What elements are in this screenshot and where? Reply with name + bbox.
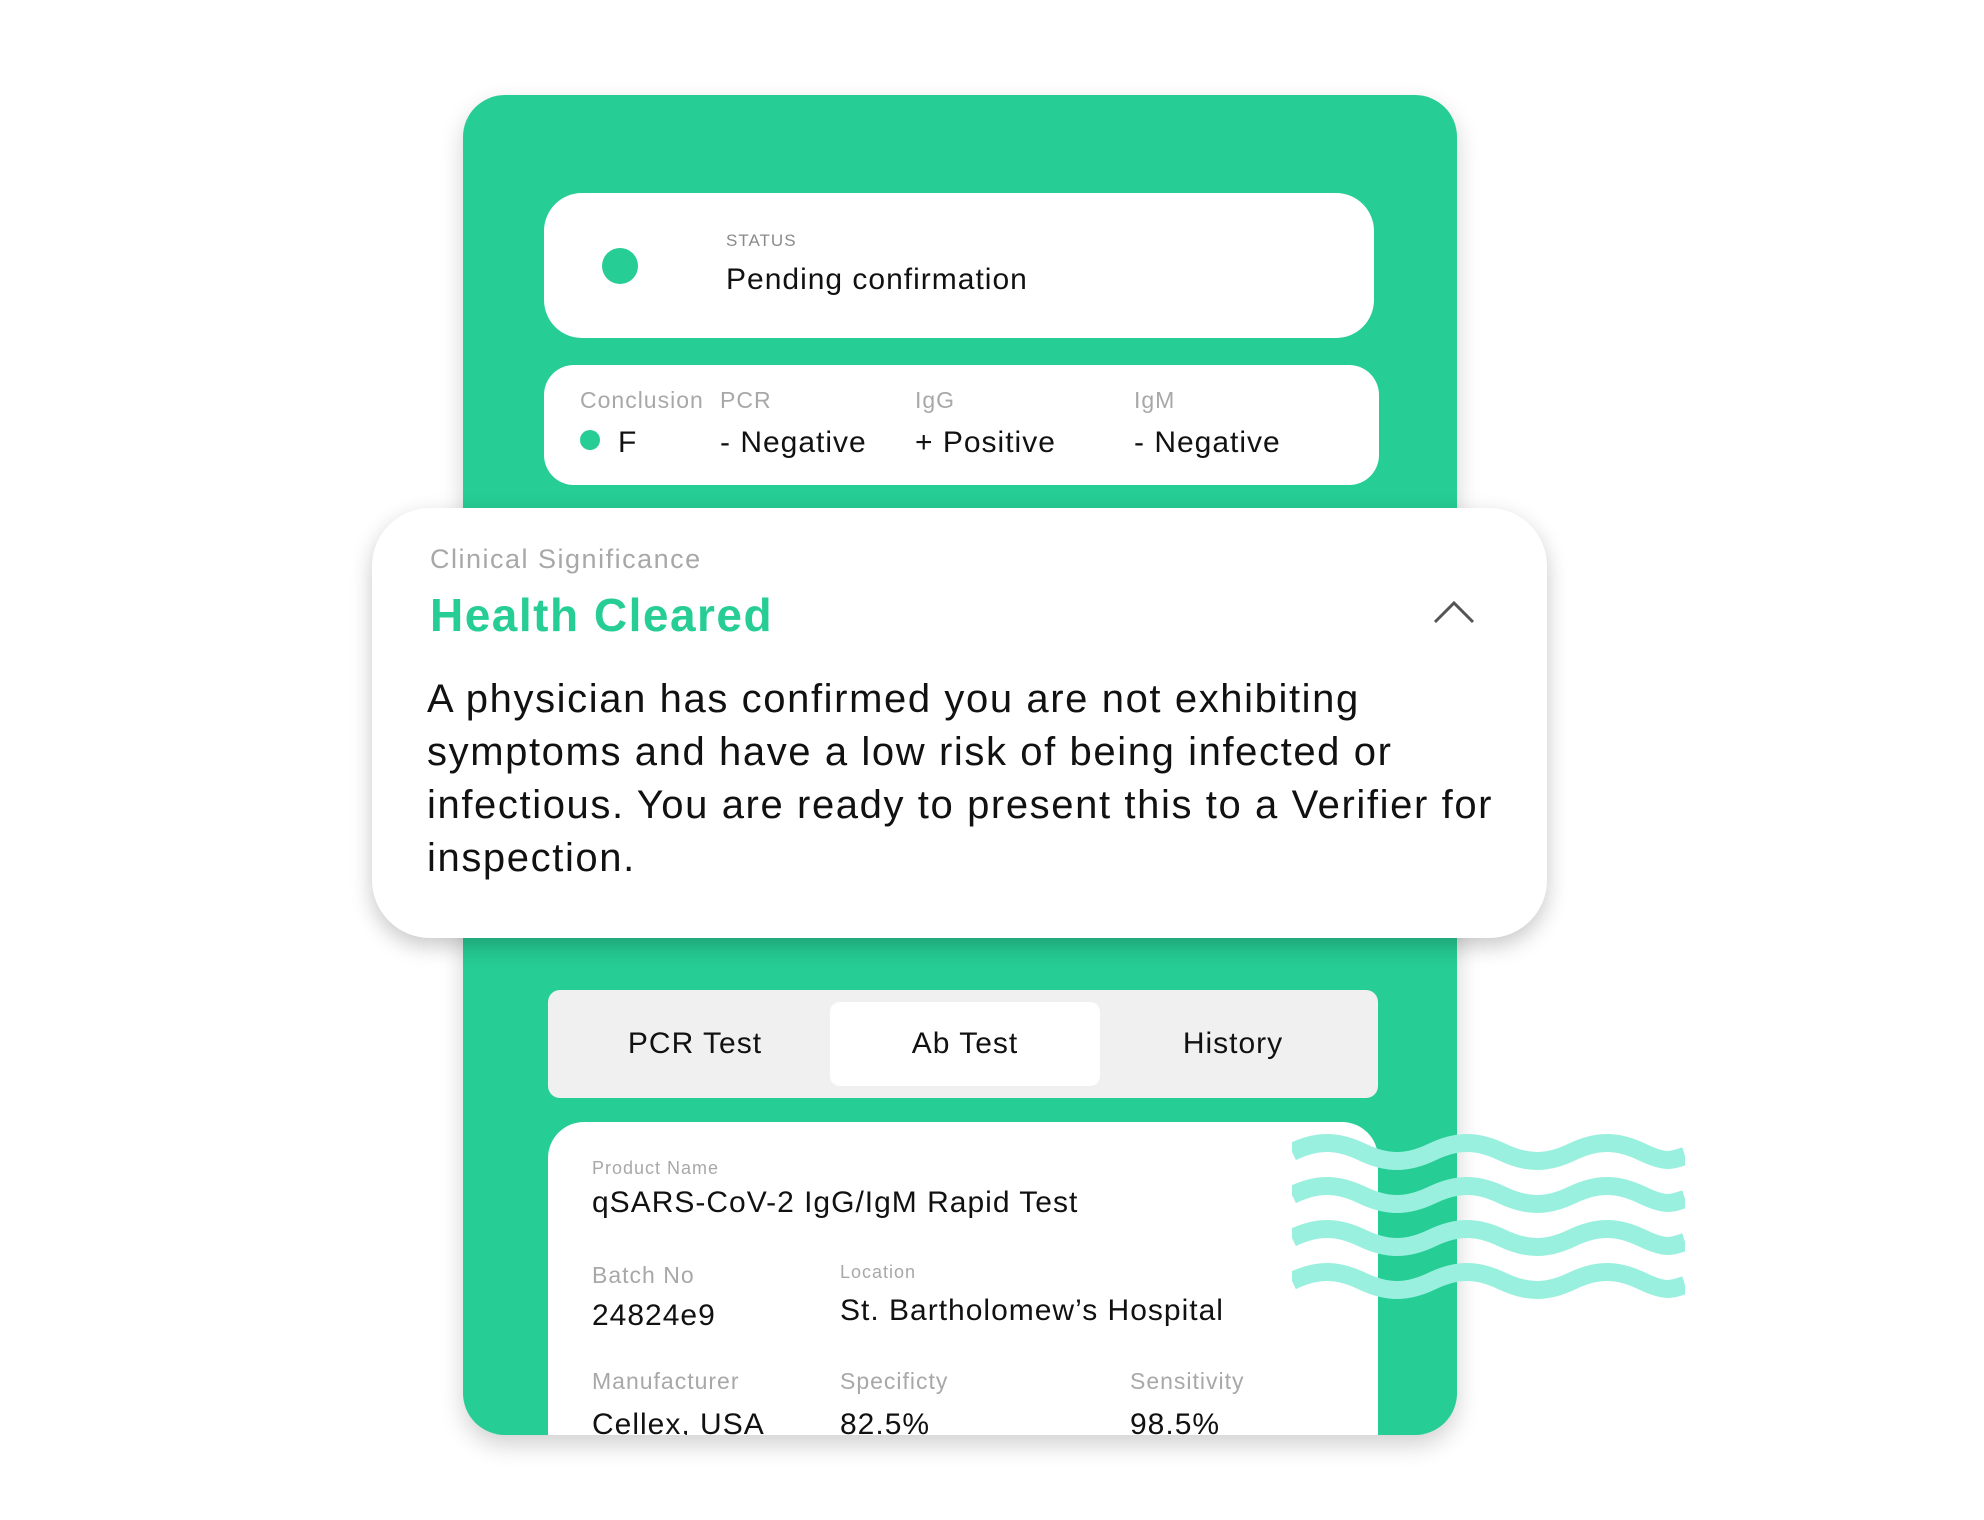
batch-no-label: Batch No <box>592 1262 695 1288</box>
chevron-up-icon[interactable] <box>1432 598 1476 626</box>
product-name-value: qSARS-CoV-2 IgG/IgM Rapid Test <box>592 1186 1079 1219</box>
sensitivity-label: Sensitivity <box>1130 1368 1245 1394</box>
sensitivity-value: 98.5% <box>1130 1408 1221 1435</box>
batch-no-value: 24824e9 <box>592 1299 716 1332</box>
specificity-value: 82.5% <box>840 1408 931 1435</box>
status-card: STATUS Pending confirmation <box>544 193 1374 338</box>
igm-column: IgM - Negative <box>1134 387 1281 460</box>
igg-label: IgG <box>915 387 956 413</box>
clinical-significance-title: Health Cleared <box>430 589 774 641</box>
pcr-label: PCR <box>720 387 772 413</box>
igm-value: - Negative <box>1134 426 1281 459</box>
pcr-value: - Negative <box>720 426 867 459</box>
igm-label: IgM <box>1134 387 1176 413</box>
status-value: Pending confirmation <box>726 263 1028 296</box>
status-indicator-dot <box>602 248 638 284</box>
results-card: Conclusion F PCR - Negative IgG + Positi… <box>544 365 1379 485</box>
conclusion-dot <box>580 430 600 450</box>
tab-history-label: History <box>1182 1027 1284 1060</box>
clinical-significance-card[interactable]: Clinical Significance Health Cleared A p… <box>372 508 1547 938</box>
tab-ab-test-label: Ab Test <box>911 1027 1019 1060</box>
clinical-significance-description: A physician has confirmed you are not ex… <box>427 677 1494 880</box>
tab-ab-test[interactable]: Ab Test <box>830 1002 1100 1086</box>
igg-column: IgG + Positive <box>915 387 1056 460</box>
igg-value: + Positive <box>915 426 1056 459</box>
product-name-label: Product Name <box>592 1158 720 1178</box>
tab-history[interactable]: History <box>1100 1002 1366 1086</box>
product-details-card: Product Name qSARS-CoV-2 IgG/IgM Rapid T… <box>548 1122 1378 1435</box>
conclusion-value-wrap: F <box>580 426 704 460</box>
status-label: STATUS <box>726 231 797 250</box>
conclusion-column: Conclusion F <box>580 387 704 460</box>
conclusion-value: F <box>618 426 638 459</box>
manufacturer-value: Cellex, USA <box>592 1408 765 1435</box>
location-label: Location <box>840 1262 917 1282</box>
clinical-significance-label: Clinical Significance <box>430 544 702 574</box>
conclusion-label: Conclusion <box>580 387 704 413</box>
decorative-waves-icon <box>1292 1134 1685 1299</box>
location-value: St. Bartholomew’s Hospital <box>840 1294 1224 1327</box>
pcr-column: PCR - Negative <box>720 387 867 460</box>
test-tabs: PCR Test Ab Test History <box>548 990 1378 1098</box>
tab-pcr-test-label: PCR Test <box>627 1027 763 1060</box>
manufacturer-label: Manufacturer <box>592 1368 740 1394</box>
specificity-label: Specificty <box>840 1368 949 1394</box>
tab-pcr-test[interactable]: PCR Test <box>560 1002 830 1086</box>
